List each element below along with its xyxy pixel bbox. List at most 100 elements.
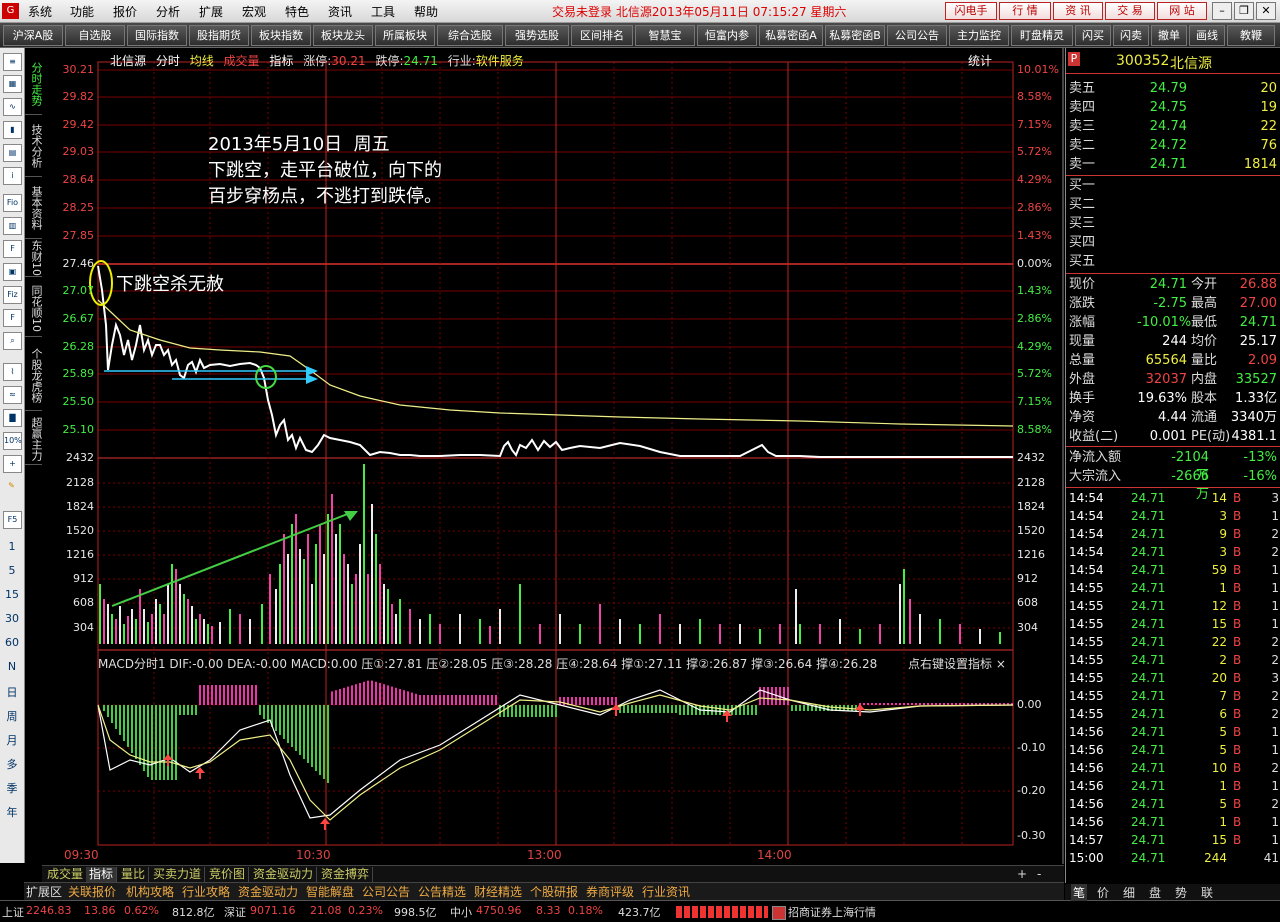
- nav-fund-drive[interactable]: 资金驱动力: [238, 884, 298, 900]
- sell-4[interactable]: 卖四 24.75 19: [1069, 99, 1279, 117]
- sh-label[interactable]: 上证: [2, 904, 24, 920]
- grid-icon[interactable]: ▦: [3, 75, 22, 93]
- website-button[interactable]: 网 站: [1157, 2, 1207, 20]
- minimize-icon[interactable]: –: [1212, 2, 1232, 20]
- period-year[interactable]: 年: [0, 804, 24, 820]
- f5-icon[interactable]: F5: [3, 511, 22, 529]
- nav-announcement[interactable]: 公司公告: [362, 884, 410, 900]
- sell-1[interactable]: 卖一 24.71 1814: [1069, 156, 1279, 174]
- toolbar-private-a[interactable]: 私募密函A: [759, 25, 823, 46]
- news-button[interactable]: 资 讯: [1053, 2, 1103, 20]
- toolbar-main-monitor[interactable]: 主力监控: [949, 25, 1009, 46]
- toolbar-watch-sprite[interactable]: 盯盘精灵: [1011, 25, 1073, 46]
- toolbar-sector-index[interactable]: 板块指数: [251, 25, 311, 46]
- search-icon[interactable]: ⌕: [3, 332, 22, 350]
- zoom-in-button[interactable]: +: [1017, 867, 1027, 881]
- toolbar-a-shares[interactable]: 沪深A股: [3, 25, 63, 46]
- f10-b-icon[interactable]: F: [3, 309, 22, 327]
- period-n[interactable]: N: [0, 660, 24, 673]
- candle-chart-icon[interactable]: ▮: [3, 121, 22, 139]
- table-icon[interactable]: ▥: [3, 217, 22, 235]
- toolbar-draw[interactable]: 画线: [1189, 25, 1225, 46]
- restore-icon[interactable]: ❐: [1234, 2, 1254, 20]
- period-5[interactable]: 5: [0, 564, 24, 577]
- nav-extend[interactable]: 扩展区: [26, 884, 62, 900]
- report-icon[interactable]: ▤: [3, 144, 22, 162]
- period-month[interactable]: 月: [0, 732, 24, 748]
- mode-volume[interactable]: 成交量: [224, 54, 260, 68]
- period-1[interactable]: 1: [0, 540, 24, 553]
- toolbar-index-futures[interactable]: 股指期货: [189, 25, 249, 46]
- stat-button[interactable]: 统计: [968, 52, 992, 69]
- toolbar-pointer[interactable]: 教鞭: [1227, 25, 1275, 46]
- nav-broker-rating[interactable]: 券商评级: [586, 884, 634, 900]
- toolbar-announcement[interactable]: 公司公告: [887, 25, 947, 46]
- market-button[interactable]: 行 情: [999, 2, 1051, 20]
- toolbar-intl-index[interactable]: 国际指数: [127, 25, 187, 46]
- app-logo-icon[interactable]: G: [2, 3, 19, 19]
- zx-label[interactable]: 中小: [450, 904, 472, 920]
- macd-settings-tip[interactable]: 点右键设置指标 ×: [908, 655, 1006, 672]
- tab-buy-sell-power[interactable]: 买卖力道: [150, 867, 206, 882]
- tab-auction[interactable]: 竞价图: [206, 867, 250, 882]
- nav-industry-strategy[interactable]: 行业攻略: [182, 884, 230, 900]
- tab-fund-game[interactable]: 资金搏弈: [318, 867, 374, 882]
- nav-announce-select[interactable]: 公告精选: [418, 884, 466, 900]
- toolbar-sector-leaders[interactable]: 板块龙头: [313, 25, 373, 46]
- tab-volume[interactable]: 成交量: [44, 867, 88, 882]
- toolbar-flash-sell[interactable]: 闪卖: [1113, 25, 1149, 46]
- sz-label[interactable]: 深证: [224, 904, 246, 920]
- period-day[interactable]: 日: [0, 684, 24, 700]
- bar-icon[interactable]: ▇: [3, 409, 22, 427]
- close-indicator-icon[interactable]: ×: [996, 657, 1006, 671]
- period-30[interactable]: 30: [0, 612, 24, 625]
- toolbar-flash-buy[interactable]: 闪买: [1075, 25, 1111, 46]
- plus-icon[interactable]: +: [3, 455, 22, 473]
- mode-intraday[interactable]: 分时: [156, 54, 180, 68]
- line-chart-icon[interactable]: ∿: [3, 98, 22, 116]
- buy-3[interactable]: 买三: [1069, 215, 1279, 233]
- period-week[interactable]: 周: [0, 708, 24, 724]
- nav-related-quote[interactable]: 关联报价: [68, 884, 116, 900]
- menu-feature[interactable]: 特色: [285, 3, 309, 20]
- percent-icon[interactable]: 10%: [3, 432, 22, 450]
- buy-1[interactable]: 买一: [1069, 177, 1279, 195]
- flash-trade-button[interactable]: 闪电手: [945, 2, 997, 20]
- pencil-icon[interactable]: ✎: [3, 478, 20, 494]
- buy-4[interactable]: 买四: [1069, 234, 1279, 252]
- buy-2[interactable]: 买二: [1069, 196, 1279, 214]
- tab-fund-drive[interactable]: 资金驱动力: [250, 867, 318, 882]
- nav-stock-research[interactable]: 个股研报: [530, 884, 578, 900]
- menu-extend[interactable]: 扩展: [199, 3, 223, 20]
- period-multi[interactable]: 多: [0, 756, 24, 772]
- fio-icon[interactable]: Fio: [3, 194, 22, 212]
- tab-eastmoney[interactable]: 东财10: [25, 240, 43, 277]
- tab-super-main[interactable]: 超赢主力: [25, 414, 43, 465]
- nav-inst-strategy[interactable]: 机构攻略: [126, 884, 174, 900]
- toolbar-range-rank[interactable]: 区间排名: [571, 25, 633, 46]
- period-60[interactable]: 60: [0, 636, 24, 649]
- mode-avg-line[interactable]: 均线: [190, 54, 214, 68]
- trade-button[interactable]: 交 易: [1105, 2, 1155, 20]
- info-icon[interactable]: i: [3, 167, 22, 185]
- signal-icon[interactable]: [772, 906, 786, 920]
- period-15[interactable]: 15: [0, 588, 24, 601]
- buy-5[interactable]: 买五: [1069, 253, 1279, 271]
- tab-dragon-tiger[interactable]: 个股龙虎榜: [25, 340, 43, 411]
- toolbar-stock-screen[interactable]: 综合选股: [437, 25, 503, 46]
- tab-indicator[interactable]: 指标: [86, 867, 118, 882]
- toolbar-watchlist[interactable]: 自选股: [65, 25, 125, 46]
- close-icon[interactable]: ✕: [1256, 2, 1276, 20]
- sell-5[interactable]: 卖五 24.79 20: [1069, 80, 1279, 98]
- tab-volume-ratio[interactable]: 量比: [118, 867, 150, 882]
- fiz-icon[interactable]: Fiz: [3, 286, 22, 304]
- toolbar-wisdom[interactable]: 智慧宝: [635, 25, 695, 46]
- menu-tools[interactable]: 工具: [371, 3, 395, 20]
- toolbar-internal-ref[interactable]: 恒富内参: [697, 25, 757, 46]
- menu-system[interactable]: 系统: [28, 3, 52, 20]
- menu-help[interactable]: 帮助: [414, 3, 438, 20]
- menu-analysis[interactable]: 分析: [156, 3, 180, 20]
- menu-news[interactable]: 资讯: [328, 3, 352, 20]
- tab-tonghuashun[interactable]: 同花顺10: [25, 280, 43, 337]
- tab-fundamental[interactable]: 基本资料: [25, 178, 43, 239]
